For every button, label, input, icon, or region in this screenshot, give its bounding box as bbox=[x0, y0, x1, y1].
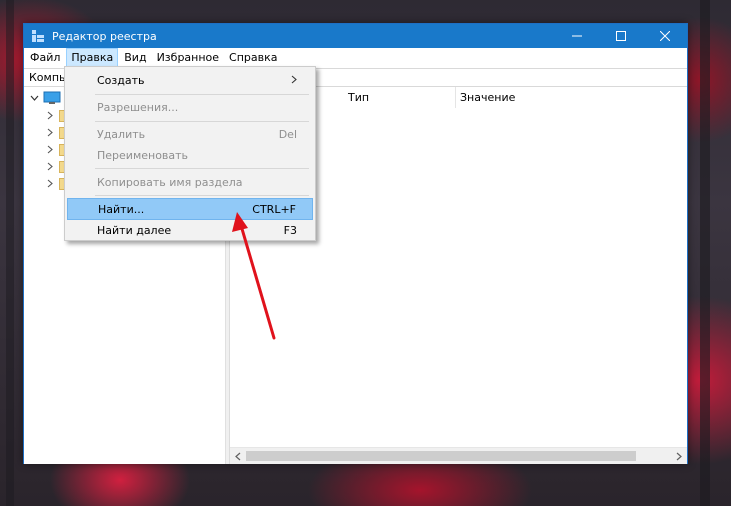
wallpaper-trunk bbox=[700, 0, 710, 506]
menu-file[interactable]: Файл bbox=[26, 48, 64, 68]
chevron-right-icon bbox=[291, 74, 297, 87]
menu-view[interactable]: Вид bbox=[120, 48, 150, 68]
menu-item-label: Копировать имя раздела bbox=[97, 175, 243, 189]
edit-menu-dropdown: Создать Разрешения... Удалить Del Переим… bbox=[64, 66, 316, 241]
menu-item-shortcut: F3 bbox=[283, 223, 297, 237]
menu-item-permissions[interactable]: Разрешения... bbox=[67, 96, 313, 118]
menu-item-label: Создать bbox=[97, 73, 145, 87]
column-header-value[interactable]: Значение bbox=[456, 87, 687, 108]
chevron-right-icon[interactable] bbox=[44, 144, 56, 156]
chevron-right-icon[interactable] bbox=[44, 110, 56, 122]
menu-help[interactable]: Справка bbox=[225, 48, 281, 68]
maximize-icon bbox=[616, 31, 626, 41]
window-title: Редактор реестра bbox=[52, 29, 157, 43]
scroll-right-button[interactable] bbox=[671, 448, 687, 464]
menu-favorites[interactable]: Избранное bbox=[153, 48, 223, 68]
menu-item-find[interactable]: Найти... CTRL+F bbox=[67, 198, 313, 220]
maximize-button[interactable] bbox=[599, 24, 643, 48]
menu-item-find-next[interactable]: Найти далее F3 bbox=[67, 219, 313, 241]
menu-item-delete[interactable]: Удалить Del bbox=[67, 123, 313, 145]
minimize-icon bbox=[572, 35, 582, 37]
menu-separator bbox=[95, 168, 309, 169]
menu-edit[interactable]: Правка bbox=[66, 48, 119, 68]
menu-item-copy-key-name[interactable]: Копировать имя раздела bbox=[67, 171, 313, 193]
tree-item-computer[interactable] bbox=[28, 89, 61, 106]
menu-item-rename[interactable]: Переименовать bbox=[67, 144, 313, 166]
close-icon bbox=[660, 31, 670, 41]
chevron-right-icon[interactable] bbox=[44, 161, 56, 173]
wallpaper-trunk bbox=[6, 0, 14, 506]
menu-bar: Файл Правка Вид Избранное Справка bbox=[24, 48, 687, 68]
chevron-left-icon bbox=[235, 452, 241, 460]
chevron-right-icon bbox=[676, 452, 682, 460]
menu-item-label: Переименовать bbox=[97, 148, 189, 162]
menu-item-label: Разрешения... bbox=[97, 100, 179, 114]
chevron-down-icon[interactable] bbox=[28, 92, 40, 104]
menu-item-shortcut: CTRL+F bbox=[252, 202, 296, 216]
menu-separator bbox=[95, 195, 309, 196]
title-bar[interactable]: Редактор реестра bbox=[24, 24, 687, 48]
menu-item-create[interactable]: Создать bbox=[67, 69, 313, 91]
scrollbar-thumb[interactable] bbox=[246, 451, 636, 461]
regedit-icon bbox=[32, 30, 44, 42]
computer-icon bbox=[43, 91, 61, 105]
horizontal-scrollbar[interactable] bbox=[230, 447, 687, 464]
chevron-right-icon[interactable] bbox=[44, 178, 56, 190]
menu-item-label: Найти... bbox=[98, 202, 145, 216]
menu-separator bbox=[95, 94, 309, 95]
chevron-right-icon[interactable] bbox=[44, 127, 56, 139]
close-button[interactable] bbox=[643, 24, 687, 48]
menu-item-shortcut: Del bbox=[278, 127, 297, 141]
menu-item-label: Найти далее bbox=[97, 223, 172, 237]
menu-item-label: Удалить bbox=[97, 127, 146, 141]
column-header-type[interactable]: Тип bbox=[344, 87, 456, 108]
menu-separator bbox=[95, 121, 309, 122]
minimize-button[interactable] bbox=[555, 24, 599, 48]
scroll-left-button[interactable] bbox=[230, 448, 246, 464]
